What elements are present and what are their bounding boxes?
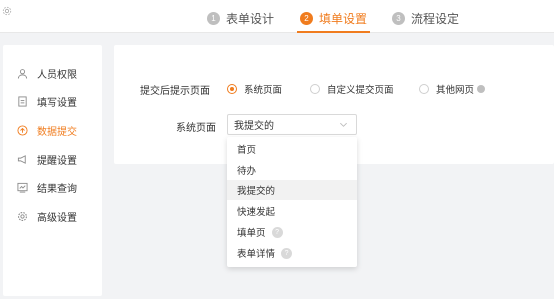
step-form-design[interactable]: 1 表单设计 bbox=[207, 5, 274, 31]
document-icon bbox=[17, 95, 28, 107]
megaphone-icon bbox=[17, 154, 28, 165]
step-fill-settings[interactable]: 2 填单设置 bbox=[296, 5, 371, 33]
radio-dot bbox=[419, 84, 429, 94]
system-page-select[interactable]: 我提交的 bbox=[227, 114, 357, 135]
option-label: 表单详情 bbox=[237, 249, 276, 260]
system-page-label: 系统页面 bbox=[176, 123, 216, 134]
sidebar-item-label: 结果查询 bbox=[37, 183, 77, 195]
sidebar-item-advanced[interactable]: 高级设置 bbox=[3, 207, 102, 225]
system-page-dropdown: 首页 待办 我提交的 快速发起 填单页 ? 表单详情 ? bbox=[227, 137, 357, 267]
chart-icon bbox=[17, 182, 28, 193]
step-number: 3 bbox=[392, 11, 405, 25]
help-icon[interactable] bbox=[477, 85, 486, 93]
radio-dot bbox=[310, 84, 320, 94]
step-label: 表单设计 bbox=[226, 11, 275, 26]
step-number: 2 bbox=[300, 11, 313, 25]
sidebar-item-label: 提醒设置 bbox=[37, 155, 77, 167]
radio-label: 其他网页 bbox=[436, 85, 475, 96]
dropdown-option-fill-page[interactable]: 填单页 ? bbox=[227, 222, 357, 242]
radio-label: 系统页面 bbox=[244, 85, 283, 96]
dropdown-option-quick-start[interactable]: 快速发起 bbox=[227, 201, 357, 221]
sidebar-item-result-query[interactable]: 结果查询 bbox=[3, 178, 102, 196]
sidebar-item-label: 填写设置 bbox=[37, 97, 77, 109]
radio-system-page[interactable]: 系统页面 bbox=[227, 82, 282, 96]
option-label: 我提交的 bbox=[237, 186, 276, 197]
option-label: 填单页 bbox=[237, 228, 266, 239]
option-label: 快速发起 bbox=[237, 207, 276, 218]
sidebar-item-label: 人员权限 bbox=[37, 69, 77, 81]
prompt-page-label: 提交后提示页面 bbox=[140, 86, 210, 97]
sidebar-item-reminders[interactable]: 提醒设置 bbox=[3, 150, 102, 168]
settings-gear-icon[interactable] bbox=[2, 6, 12, 16]
step-number: 1 bbox=[207, 11, 220, 25]
sidebar-item-fill-settings[interactable]: 填写设置 bbox=[3, 92, 102, 110]
step-label: 流程设定 bbox=[411, 11, 460, 26]
select-value: 我提交的 bbox=[234, 121, 274, 132]
radio-label: 自定义提交页面 bbox=[327, 85, 394, 96]
radio-custom-page[interactable]: 自定义提交页面 bbox=[310, 82, 394, 96]
option-label: 待办 bbox=[237, 166, 257, 177]
radio-dot bbox=[227, 84, 237, 94]
dropdown-option-todo[interactable]: 待办 bbox=[227, 160, 357, 180]
sidebar-item-data-submit[interactable]: 数据提交 bbox=[3, 121, 102, 139]
radio-other-webpage[interactable]: 其他网页 bbox=[419, 82, 486, 96]
person-icon bbox=[17, 68, 28, 79]
help-icon[interactable]: ? bbox=[271, 226, 283, 238]
settings-sidebar: 人员权限 填写设置 数据提交 提醒设置 结果查询 高级设置 bbox=[3, 45, 102, 296]
option-label: 首页 bbox=[237, 145, 257, 156]
help-icon[interactable]: ? bbox=[281, 247, 293, 259]
dropdown-option-form-detail[interactable]: 表单详情 ? bbox=[227, 243, 357, 263]
sidebar-item-permissions[interactable]: 人员权限 bbox=[3, 64, 102, 82]
gear-icon bbox=[17, 211, 28, 222]
sidebar-item-label: 高级设置 bbox=[37, 212, 77, 224]
step-label: 填单设置 bbox=[319, 11, 368, 26]
step-process-setup[interactable]: 3 流程设定 bbox=[392, 5, 459, 31]
top-bar: 1 表单设计 2 填单设置 3 流程设定 bbox=[0, 0, 554, 33]
dropdown-option-my-submitted[interactable]: 我提交的 bbox=[227, 180, 357, 200]
sidebar-item-label: 数据提交 bbox=[37, 126, 77, 138]
upload-icon bbox=[17, 124, 28, 136]
dropdown-option-home[interactable]: 首页 bbox=[227, 139, 357, 159]
chevron-down-icon bbox=[339, 120, 348, 129]
